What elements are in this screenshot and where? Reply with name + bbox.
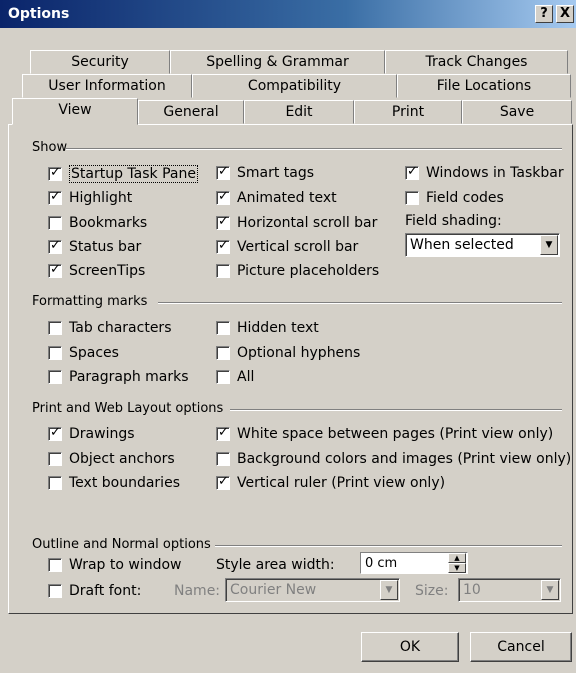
check-icon	[216, 189, 230, 205]
print-web-group-line	[230, 409, 562, 411]
cancel-button[interactable]: Cancel	[470, 632, 572, 662]
vertical-scroll-bar-checkbox[interactable]: Vertical scroll bar	[216, 238, 358, 255]
outline-group-line	[215, 545, 562, 547]
tab-characters-checkbox[interactable]: Tab characters	[48, 320, 171, 336]
tab-save[interactable]: Save	[462, 100, 572, 124]
spin-down-icon[interactable]: ▼	[448, 563, 466, 573]
checkbox-empty-icon	[216, 452, 230, 466]
checkbox-empty-icon	[48, 370, 62, 384]
help-button[interactable]: ?	[535, 5, 553, 23]
formatting-group-label: Formatting marks	[32, 294, 148, 309]
check-icon	[216, 238, 230, 254]
tab-edit[interactable]: Edit	[244, 100, 354, 124]
draft-font-size-label: Size:	[415, 583, 449, 599]
checkbox-empty-icon	[216, 264, 230, 278]
check-icon	[48, 238, 62, 254]
print-web-group-label: Print and Web Layout options	[32, 401, 224, 416]
checkbox-empty-icon	[216, 321, 230, 335]
checkbox-empty-icon	[48, 558, 62, 572]
spin-up-icon[interactable]: ▲	[448, 553, 466, 563]
horizontal-scroll-bar-checkbox[interactable]: Horizontal scroll bar	[216, 214, 377, 231]
field-shading-select[interactable]: When selected ▼	[405, 233, 560, 257]
check-icon	[48, 262, 62, 278]
check-icon	[48, 189, 62, 205]
close-button[interactable]: X	[556, 5, 574, 23]
show-group-line	[66, 148, 562, 150]
vertical-ruler-checkbox[interactable]: Vertical ruler (Print view only)	[216, 474, 445, 491]
screentips-checkbox[interactable]: ScreenTips	[48, 262, 145, 279]
style-area-width-label: Style area width:	[216, 557, 335, 573]
spaces-checkbox[interactable]: Spaces	[48, 345, 119, 361]
bookmarks-checkbox[interactable]: Bookmarks	[48, 215, 147, 231]
formatting-group-line	[158, 302, 562, 304]
checkbox-empty-icon	[216, 370, 230, 384]
checkbox-empty-icon	[48, 476, 62, 490]
tab-view[interactable]: View	[12, 98, 138, 125]
tab-security[interactable]: Security	[30, 50, 170, 74]
drawings-checkbox[interactable]: Drawings	[48, 425, 135, 442]
style-area-width-input[interactable]: 0 cm ▲ ▼	[360, 552, 468, 574]
check-icon	[216, 164, 230, 180]
white-space-checkbox[interactable]: White space between pages (Print view on…	[216, 425, 553, 442]
highlight-checkbox[interactable]: Highlight	[48, 189, 132, 206]
checkbox-empty-icon	[48, 452, 62, 466]
chevron-down-icon[interactable]: ▼	[540, 235, 558, 255]
check-icon	[48, 165, 62, 181]
object-anchors-checkbox[interactable]: Object anchors	[48, 451, 175, 467]
check-icon	[405, 164, 419, 180]
title-bar: Options ? X	[0, 0, 576, 28]
animated-text-checkbox[interactable]: Animated text	[216, 189, 337, 206]
background-colors-checkbox[interactable]: Background colors and images (Print view…	[216, 451, 571, 467]
draft-font-name-select[interactable]: Courier New ▼	[225, 578, 400, 602]
checkbox-empty-icon	[48, 321, 62, 335]
draft-font-size-select[interactable]: 10 ▼	[458, 578, 561, 602]
ok-button[interactable]: OK	[361, 632, 459, 662]
tab-print[interactable]: Print	[354, 100, 462, 124]
outline-group-label: Outline and Normal options	[32, 537, 211, 552]
windows-in-taskbar-checkbox[interactable]: Windows in Taskbar	[405, 164, 564, 181]
field-codes-checkbox[interactable]: Field codes	[405, 190, 504, 206]
window-title: Options	[8, 6, 70, 22]
tab-general[interactable]: General	[138, 100, 244, 124]
checkbox-empty-icon	[48, 216, 62, 230]
tab-spelling-grammar[interactable]: Spelling & Grammar	[170, 50, 385, 74]
check-icon	[216, 425, 230, 441]
checkbox-empty-icon	[405, 191, 419, 205]
tab-track-changes[interactable]: Track Changes	[385, 50, 568, 74]
wrap-to-window-checkbox[interactable]: Wrap to window	[48, 557, 182, 573]
check-icon	[48, 425, 62, 441]
draft-font-checkbox[interactable]: Draft font:	[48, 583, 141, 599]
chevron-down-icon[interactable]: ▼	[380, 580, 398, 600]
optional-hyphens-checkbox[interactable]: Optional hyphens	[216, 345, 360, 361]
field-shading-label: Field shading:	[405, 213, 502, 229]
tab-user-information[interactable]: User Information	[22, 74, 192, 98]
checkbox-empty-icon	[48, 584, 62, 598]
checkbox-empty-icon	[216, 346, 230, 360]
text-boundaries-checkbox[interactable]: Text boundaries	[48, 475, 180, 491]
startup-task-pane-checkbox[interactable]: Startup Task Pane	[48, 165, 198, 183]
paragraph-marks-checkbox[interactable]: Paragraph marks	[48, 369, 189, 385]
tab-compatibility[interactable]: Compatibility	[192, 74, 397, 98]
status-bar-checkbox[interactable]: Status bar	[48, 238, 141, 255]
check-icon	[216, 474, 230, 490]
checkbox-empty-icon	[48, 346, 62, 360]
check-icon	[216, 214, 230, 230]
hidden-text-checkbox[interactable]: Hidden text	[216, 320, 319, 336]
draft-font-name-label: Name:	[174, 583, 221, 599]
smart-tags-checkbox[interactable]: Smart tags	[216, 164, 314, 181]
chevron-down-icon[interactable]: ▼	[541, 580, 559, 600]
tab-file-locations[interactable]: File Locations	[397, 74, 571, 98]
picture-placeholders-checkbox[interactable]: Picture placeholders	[216, 263, 379, 279]
show-group-label: Show	[32, 140, 68, 155]
all-checkbox[interactable]: All	[216, 369, 254, 385]
